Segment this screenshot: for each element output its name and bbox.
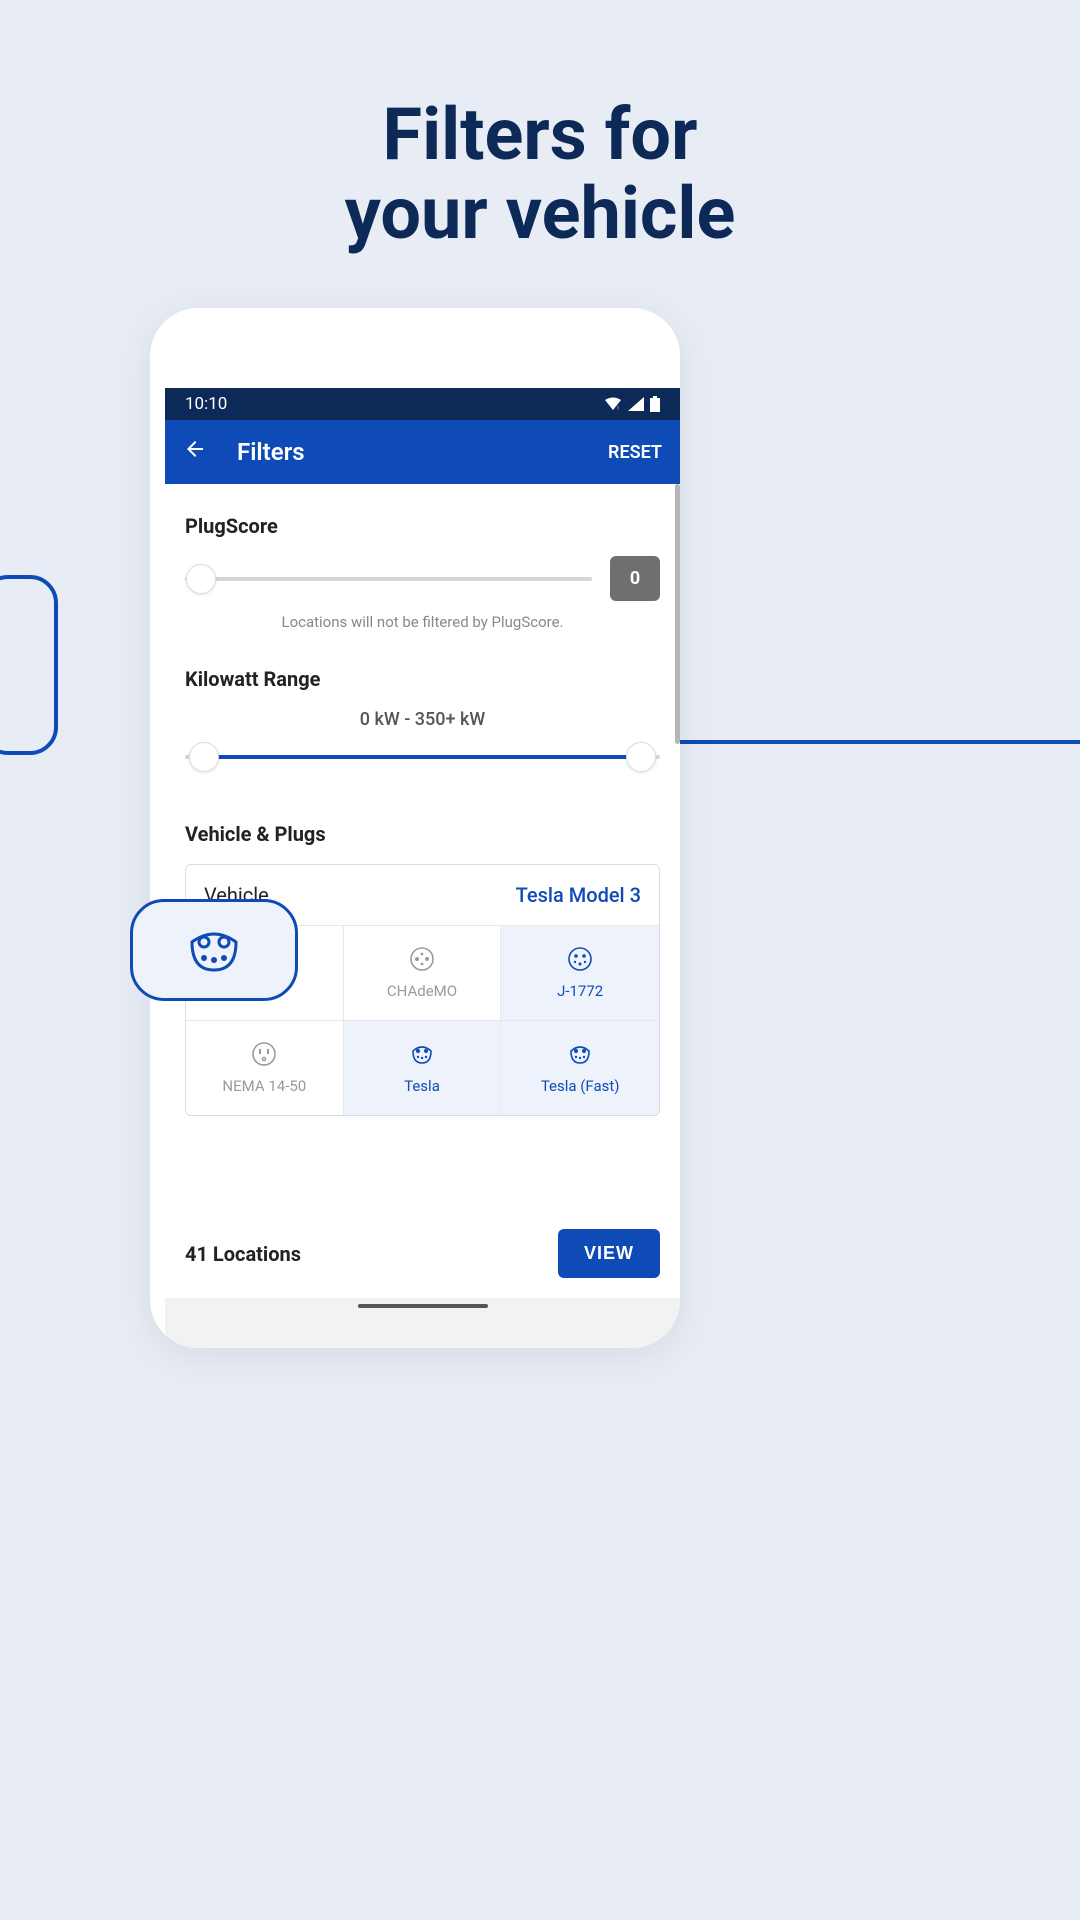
svg-text:!: ! bbox=[617, 406, 618, 411]
chademo-icon bbox=[409, 946, 435, 972]
reset-button[interactable]: RESET bbox=[608, 442, 662, 463]
plugscore-slider-row: 0 bbox=[185, 556, 660, 601]
tesla-fast-icon bbox=[567, 1041, 593, 1067]
plug-cell-j1772[interactable]: J-1772 bbox=[501, 925, 659, 1020]
kw-title: Kilowatt Range bbox=[185, 667, 660, 691]
plug-label: Tesla (Fast) bbox=[541, 1077, 620, 1095]
marketing-headline: Filters for your vehicle bbox=[0, 0, 1080, 253]
signal-icon bbox=[628, 397, 644, 411]
kw-slider[interactable] bbox=[185, 742, 660, 772]
headline-line-1: Filters for bbox=[0, 95, 1080, 174]
plug-label: NEMA 14-50 bbox=[222, 1077, 306, 1095]
app-bar: Filters RESET bbox=[165, 420, 680, 484]
decoration-line bbox=[648, 740, 1080, 744]
phone-side-button bbox=[672, 1012, 678, 1082]
status-icons: ! bbox=[604, 396, 660, 412]
plugscore-title: PlugScore bbox=[185, 514, 660, 538]
gesture-bar bbox=[165, 1298, 680, 1348]
tesla-plug-icon bbox=[186, 922, 242, 978]
highlight-bubble bbox=[130, 899, 298, 1001]
phone-side-button bbox=[672, 870, 678, 960]
j1772-icon bbox=[567, 946, 593, 972]
plug-label: Tesla bbox=[404, 1077, 440, 1095]
plug-label: CHAdeMO bbox=[387, 982, 457, 1000]
plug-cell-nema[interactable]: NEMA 14-50 bbox=[186, 1020, 344, 1115]
plugscore-value: 0 bbox=[610, 556, 660, 601]
plugscore-slider[interactable] bbox=[185, 577, 592, 581]
plug-cell-tesla-fast[interactable]: Tesla (Fast) bbox=[501, 1020, 659, 1115]
battery-icon bbox=[650, 396, 660, 412]
plug-cell-tesla[interactable]: Tesla bbox=[344, 1020, 502, 1115]
headline-line-2: your vehicle bbox=[0, 174, 1080, 253]
back-arrow-icon[interactable] bbox=[183, 437, 207, 468]
nema-icon bbox=[251, 1041, 277, 1067]
filters-content: PlugScore 0 Locations will not be filter… bbox=[165, 484, 680, 1298]
status-bar: 10:10 ! bbox=[165, 388, 680, 420]
decoration-rounded-rect bbox=[0, 575, 58, 755]
kw-range-text: 0 kW - 350+ kW bbox=[185, 709, 660, 730]
plug-cell-chademo[interactable]: CHAdeMO bbox=[344, 925, 502, 1020]
location-count: 41 Locations bbox=[185, 1242, 301, 1266]
vehicle-section-title: Vehicle & Plugs bbox=[185, 822, 660, 846]
scroll-indicator bbox=[675, 484, 680, 744]
phone-frame: 10:10 ! Filters RESET PlugScore 0 Locati… bbox=[150, 308, 680, 1348]
status-time: 10:10 bbox=[185, 394, 227, 414]
vehicle-value: Tesla Model 3 bbox=[516, 883, 641, 907]
plugscore-hint: Locations will not be filtered by PlugSc… bbox=[185, 613, 660, 631]
plug-label: J-1772 bbox=[557, 982, 603, 1000]
footer-bar: 41 Locations VIEW bbox=[165, 1229, 680, 1278]
appbar-title: Filters bbox=[237, 438, 608, 466]
view-button[interactable]: VIEW bbox=[558, 1229, 660, 1278]
tesla-icon bbox=[409, 1041, 435, 1067]
wifi-icon: ! bbox=[604, 397, 622, 411]
